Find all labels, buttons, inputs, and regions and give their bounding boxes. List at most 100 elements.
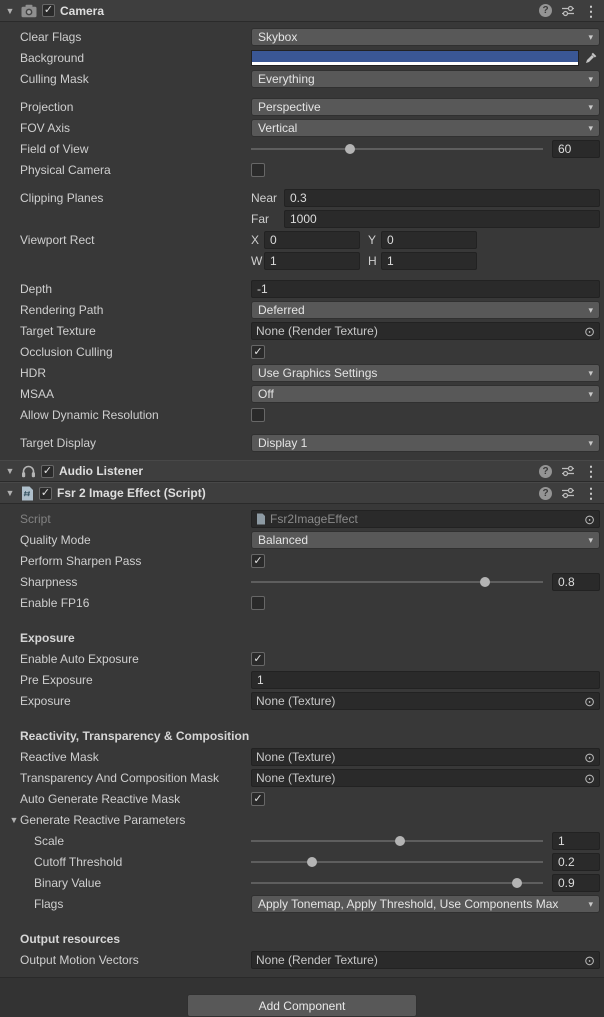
- projection-dropdown[interactable]: Perspective ▾: [251, 98, 600, 116]
- sharpness-value[interactable]: 0.8: [552, 573, 600, 591]
- field-of-view-slider[interactable]: [251, 140, 543, 158]
- flags-dropdown[interactable]: Apply Tonemap, Apply Threshold, Use Comp…: [251, 895, 600, 913]
- help-icon[interactable]: ?: [539, 4, 552, 17]
- add-component-button[interactable]: Add Component: [187, 994, 417, 1017]
- msaa-dropdown[interactable]: Off ▾: [251, 385, 600, 403]
- fov-axis-dropdown[interactable]: Vertical ▾: [251, 119, 600, 137]
- culling-mask-row: Culling Mask Everything ▾: [0, 69, 600, 89]
- binary-value-slider[interactable]: [251, 874, 543, 892]
- presets-icon[interactable]: [561, 487, 575, 499]
- sharpness-slider[interactable]: [251, 573, 543, 591]
- cutoff-threshold-slider[interactable]: [251, 853, 543, 871]
- slider-handle[interactable]: [395, 836, 405, 846]
- pre-exposure-row: Pre Exposure 1: [0, 670, 600, 690]
- transparency-mask-field[interactable]: None (Texture) ⊙: [251, 769, 600, 787]
- object-picker-icon[interactable]: ⊙: [584, 751, 595, 764]
- exposure-field[interactable]: None (Texture) ⊙: [251, 692, 600, 710]
- fsr2-enabled-checkbox[interactable]: ✓: [39, 487, 52, 500]
- pre-exposure-label: Pre Exposure: [20, 673, 251, 687]
- kebab-menu-icon[interactable]: ⋮: [584, 486, 598, 500]
- enable-auto-exposure-checkbox[interactable]: ✓: [251, 652, 265, 666]
- dropdown-arrow-icon: ▾: [588, 389, 593, 400]
- object-picker-icon[interactable]: ⊙: [584, 695, 595, 708]
- exposure-label: Exposure: [20, 694, 251, 708]
- foldout-open-icon[interactable]: ▼: [4, 6, 16, 16]
- object-picker-icon[interactable]: ⊙: [584, 325, 595, 338]
- clipping-far-field[interactable]: 1000: [284, 210, 600, 228]
- clipping-planes-label: Clipping Planes: [20, 191, 251, 205]
- binary-value-row: Binary Value 0.9: [0, 873, 600, 893]
- headphones-icon: [21, 464, 36, 478]
- hdr-label: HDR: [20, 366, 251, 380]
- viewport-h-field[interactable]: 1: [381, 252, 477, 270]
- object-picker-icon[interactable]: ⊙: [584, 513, 595, 526]
- clear-flags-dropdown[interactable]: Skybox ▾: [251, 28, 600, 46]
- quality-mode-row: Quality Mode Balanced ▾: [0, 530, 600, 550]
- fov-axis-label: FOV Axis: [20, 121, 251, 135]
- clipping-near-field[interactable]: 0.3: [284, 189, 600, 207]
- allow-dynamic-resolution-row: Allow Dynamic Resolution: [0, 405, 600, 425]
- kebab-menu-icon[interactable]: ⋮: [584, 464, 598, 478]
- projection-label: Projection: [20, 100, 251, 114]
- allow-dynamic-resolution-checkbox[interactable]: [251, 408, 265, 422]
- output-motion-vectors-label: Output Motion Vectors: [20, 953, 251, 967]
- scale-slider[interactable]: [251, 832, 543, 850]
- audio-listener-enabled-checkbox[interactable]: ✓: [41, 465, 54, 478]
- help-icon[interactable]: ?: [539, 465, 552, 478]
- slider-handle[interactable]: [307, 857, 317, 867]
- perform-sharpen-pass-label: Perform Sharpen Pass: [20, 554, 251, 568]
- near-label: Near: [251, 191, 284, 205]
- binary-value-value[interactable]: 0.9: [552, 874, 600, 892]
- depth-field[interactable]: -1: [251, 280, 600, 298]
- background-color-field[interactable]: [251, 50, 579, 66]
- reactive-mask-field[interactable]: None (Texture) ⊙: [251, 748, 600, 766]
- target-texture-field[interactable]: None (Render Texture) ⊙: [251, 322, 600, 340]
- field-of-view-value[interactable]: 60: [552, 140, 600, 158]
- help-icon[interactable]: ?: [539, 487, 552, 500]
- script-field[interactable]: Fsr2ImageEffect ⊙: [251, 510, 600, 528]
- enable-fp16-checkbox[interactable]: [251, 596, 265, 610]
- dropdown-arrow-icon: ▾: [588, 102, 593, 113]
- object-picker-icon[interactable]: ⊙: [584, 772, 595, 785]
- foldout-open-icon[interactable]: ▼: [8, 815, 20, 825]
- quality-mode-dropdown[interactable]: Balanced ▾: [251, 531, 600, 549]
- hdr-dropdown[interactable]: Use Graphics Settings ▾: [251, 364, 600, 382]
- scale-value[interactable]: 1: [552, 832, 600, 850]
- fsr2-component-header[interactable]: ▼ ✓ Fsr 2 Image Effect (Script) ? ⋮: [0, 482, 604, 504]
- physical-camera-checkbox[interactable]: [251, 163, 265, 177]
- audio-listener-component-header[interactable]: ▼ ✓ Audio Listener ? ⋮: [0, 460, 604, 482]
- object-picker-icon[interactable]: ⊙: [584, 954, 595, 967]
- presets-icon[interactable]: [561, 465, 575, 477]
- viewport-y-field[interactable]: 0: [381, 231, 477, 249]
- generate-reactive-parameters-label[interactable]: Generate Reactive Parameters: [20, 813, 251, 827]
- occlusion-culling-label: Occlusion Culling: [20, 345, 251, 359]
- auto-generate-reactive-mask-checkbox[interactable]: ✓: [251, 792, 265, 806]
- occlusion-culling-checkbox[interactable]: ✓: [251, 345, 265, 359]
- depth-row: Depth -1: [0, 279, 600, 299]
- culling-mask-dropdown[interactable]: Everything ▾: [251, 70, 600, 88]
- foldout-open-icon[interactable]: ▼: [4, 466, 16, 476]
- rendering-path-dropdown[interactable]: Deferred ▾: [251, 301, 600, 319]
- dropdown-arrow-icon: ▾: [588, 535, 593, 546]
- pre-exposure-field[interactable]: 1: [251, 671, 600, 689]
- eyedropper-icon[interactable]: [582, 50, 600, 66]
- camera-component-header[interactable]: ▼ ✓ Camera ? ⋮: [0, 0, 604, 22]
- kebab-menu-icon[interactable]: ⋮: [584, 4, 598, 18]
- alpha-bar: [252, 62, 578, 65]
- check-icon: ✓: [43, 466, 52, 477]
- camera-enabled-checkbox[interactable]: ✓: [42, 4, 55, 17]
- perform-sharpen-pass-checkbox[interactable]: ✓: [251, 554, 265, 568]
- viewport-x-field[interactable]: 0: [264, 231, 360, 249]
- rendering-path-row: Rendering Path Deferred ▾: [0, 300, 600, 320]
- check-icon: ✓: [253, 654, 262, 665]
- output-motion-vectors-field[interactable]: None (Render Texture) ⊙: [251, 951, 600, 969]
- target-display-dropdown[interactable]: Display 1 ▾: [251, 434, 600, 452]
- slider-track: [251, 882, 543, 884]
- presets-icon[interactable]: [561, 5, 575, 17]
- slider-handle[interactable]: [512, 878, 522, 888]
- slider-handle[interactable]: [345, 144, 355, 154]
- slider-handle[interactable]: [480, 577, 490, 587]
- viewport-w-field[interactable]: 1: [264, 252, 360, 270]
- foldout-open-icon[interactable]: ▼: [4, 488, 16, 498]
- cutoff-threshold-value[interactable]: 0.2: [552, 853, 600, 871]
